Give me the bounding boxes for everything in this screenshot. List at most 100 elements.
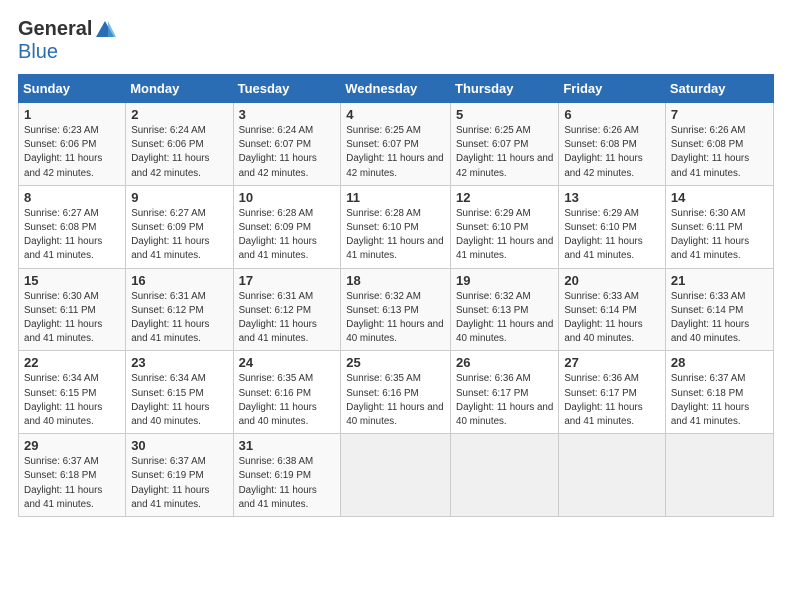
day-number: 1 xyxy=(24,107,120,122)
day-number: 19 xyxy=(456,273,553,288)
calendar-table: SundayMondayTuesdayWednesdayThursdayFrid… xyxy=(18,74,774,517)
day-number: 6 xyxy=(564,107,660,122)
calendar-cell: 7 Sunrise: 6:26 AMSunset: 6:08 PMDayligh… xyxy=(665,103,773,186)
day-number: 28 xyxy=(671,355,768,370)
page-header: General Blue xyxy=(18,18,774,64)
day-number: 9 xyxy=(131,190,227,205)
calendar-cell: 20 Sunrise: 6:33 AMSunset: 6:14 PMDaylig… xyxy=(559,268,666,351)
calendar-page: General Blue SundayMondayTuesdayWednesda… xyxy=(0,0,792,612)
day-number: 11 xyxy=(346,190,445,205)
calendar-cell: 21 Sunrise: 6:33 AMSunset: 6:14 PMDaylig… xyxy=(665,268,773,351)
day-info: Sunrise: 6:34 AMSunset: 6:15 PMDaylight:… xyxy=(24,373,102,427)
calendar-cell: 26 Sunrise: 6:36 AMSunset: 6:17 PMDaylig… xyxy=(451,351,559,434)
calendar-cell: 6 Sunrise: 6:26 AMSunset: 6:08 PMDayligh… xyxy=(559,103,666,186)
day-number: 15 xyxy=(24,273,120,288)
day-number: 18 xyxy=(346,273,445,288)
calendar-cell: 4 Sunrise: 6:25 AMSunset: 6:07 PMDayligh… xyxy=(341,103,451,186)
calendar-cell: 13 Sunrise: 6:29 AMSunset: 6:10 PMDaylig… xyxy=(559,185,666,268)
calendar-cell: 23 Sunrise: 6:34 AMSunset: 6:15 PMDaylig… xyxy=(126,351,233,434)
weekday-header-saturday: Saturday xyxy=(665,75,773,103)
day-info: Sunrise: 6:31 AMSunset: 6:12 PMDaylight:… xyxy=(131,291,209,345)
day-info: Sunrise: 6:28 AMSunset: 6:10 PMDaylight:… xyxy=(346,208,443,262)
day-number: 27 xyxy=(564,355,660,370)
day-info: Sunrise: 6:28 AMSunset: 6:09 PMDaylight:… xyxy=(239,208,317,262)
day-info: Sunrise: 6:37 AMSunset: 6:18 PMDaylight:… xyxy=(24,456,102,510)
calendar-cell: 17 Sunrise: 6:31 AMSunset: 6:12 PMDaylig… xyxy=(233,268,341,351)
day-info: Sunrise: 6:25 AMSunset: 6:07 PMDaylight:… xyxy=(456,125,553,179)
calendar-cell: 19 Sunrise: 6:32 AMSunset: 6:13 PMDaylig… xyxy=(451,268,559,351)
day-info: Sunrise: 6:31 AMSunset: 6:12 PMDaylight:… xyxy=(239,291,317,345)
day-number: 22 xyxy=(24,355,120,370)
day-info: Sunrise: 6:26 AMSunset: 6:08 PMDaylight:… xyxy=(671,125,749,179)
day-info: Sunrise: 6:38 AMSunset: 6:19 PMDaylight:… xyxy=(239,456,317,510)
day-info: Sunrise: 6:26 AMSunset: 6:08 PMDaylight:… xyxy=(564,125,642,179)
calendar-week-1: 1 Sunrise: 6:23 AMSunset: 6:06 PMDayligh… xyxy=(19,103,774,186)
calendar-cell: 22 Sunrise: 6:34 AMSunset: 6:15 PMDaylig… xyxy=(19,351,126,434)
day-info: Sunrise: 6:30 AMSunset: 6:11 PMDaylight:… xyxy=(24,291,102,345)
day-number: 31 xyxy=(239,438,336,453)
calendar-cell xyxy=(665,434,773,517)
calendar-week-5: 29 Sunrise: 6:37 AMSunset: 6:18 PMDaylig… xyxy=(19,434,774,517)
day-number: 5 xyxy=(456,107,553,122)
day-info: Sunrise: 6:24 AMSunset: 6:06 PMDaylight:… xyxy=(131,125,209,179)
weekday-header-row: SundayMondayTuesdayWednesdayThursdayFrid… xyxy=(19,75,774,103)
calendar-cell: 16 Sunrise: 6:31 AMSunset: 6:12 PMDaylig… xyxy=(126,268,233,351)
day-info: Sunrise: 6:27 AMSunset: 6:08 PMDaylight:… xyxy=(24,208,102,262)
day-number: 2 xyxy=(131,107,227,122)
calendar-cell: 12 Sunrise: 6:29 AMSunset: 6:10 PMDaylig… xyxy=(451,185,559,268)
day-info: Sunrise: 6:37 AMSunset: 6:19 PMDaylight:… xyxy=(131,456,209,510)
weekday-header-friday: Friday xyxy=(559,75,666,103)
day-info: Sunrise: 6:35 AMSunset: 6:16 PMDaylight:… xyxy=(239,373,317,427)
calendar-cell xyxy=(451,434,559,517)
calendar-cell xyxy=(341,434,451,517)
day-number: 4 xyxy=(346,107,445,122)
calendar-week-4: 22 Sunrise: 6:34 AMSunset: 6:15 PMDaylig… xyxy=(19,351,774,434)
day-info: Sunrise: 6:37 AMSunset: 6:18 PMDaylight:… xyxy=(671,373,749,427)
calendar-cell: 24 Sunrise: 6:35 AMSunset: 6:16 PMDaylig… xyxy=(233,351,341,434)
day-info: Sunrise: 6:24 AMSunset: 6:07 PMDaylight:… xyxy=(239,125,317,179)
day-number: 23 xyxy=(131,355,227,370)
day-number: 7 xyxy=(671,107,768,122)
day-info: Sunrise: 6:32 AMSunset: 6:13 PMDaylight:… xyxy=(456,291,553,345)
day-number: 21 xyxy=(671,273,768,288)
day-number: 8 xyxy=(24,190,120,205)
day-info: Sunrise: 6:25 AMSunset: 6:07 PMDaylight:… xyxy=(346,125,443,179)
calendar-cell: 3 Sunrise: 6:24 AMSunset: 6:07 PMDayligh… xyxy=(233,103,341,186)
day-number: 13 xyxy=(564,190,660,205)
logo: General Blue xyxy=(18,18,116,64)
day-number: 25 xyxy=(346,355,445,370)
logo-general: General xyxy=(18,18,92,41)
calendar-cell xyxy=(559,434,666,517)
logo-blue: Blue xyxy=(18,41,58,64)
day-number: 16 xyxy=(131,273,227,288)
day-number: 29 xyxy=(24,438,120,453)
day-info: Sunrise: 6:29 AMSunset: 6:10 PMDaylight:… xyxy=(564,208,642,262)
weekday-header-wednesday: Wednesday xyxy=(341,75,451,103)
day-info: Sunrise: 6:29 AMSunset: 6:10 PMDaylight:… xyxy=(456,208,553,262)
calendar-cell: 10 Sunrise: 6:28 AMSunset: 6:09 PMDaylig… xyxy=(233,185,341,268)
weekday-header-sunday: Sunday xyxy=(19,75,126,103)
calendar-cell: 15 Sunrise: 6:30 AMSunset: 6:11 PMDaylig… xyxy=(19,268,126,351)
calendar-cell: 2 Sunrise: 6:24 AMSunset: 6:06 PMDayligh… xyxy=(126,103,233,186)
day-number: 30 xyxy=(131,438,227,453)
calendar-week-3: 15 Sunrise: 6:30 AMSunset: 6:11 PMDaylig… xyxy=(19,268,774,351)
calendar-cell: 14 Sunrise: 6:30 AMSunset: 6:11 PMDaylig… xyxy=(665,185,773,268)
calendar-week-2: 8 Sunrise: 6:27 AMSunset: 6:08 PMDayligh… xyxy=(19,185,774,268)
calendar-cell: 29 Sunrise: 6:37 AMSunset: 6:18 PMDaylig… xyxy=(19,434,126,517)
calendar-cell: 1 Sunrise: 6:23 AMSunset: 6:06 PMDayligh… xyxy=(19,103,126,186)
day-info: Sunrise: 6:36 AMSunset: 6:17 PMDaylight:… xyxy=(456,373,553,427)
day-info: Sunrise: 6:27 AMSunset: 6:09 PMDaylight:… xyxy=(131,208,209,262)
day-info: Sunrise: 6:33 AMSunset: 6:14 PMDaylight:… xyxy=(564,291,642,345)
calendar-cell: 31 Sunrise: 6:38 AMSunset: 6:19 PMDaylig… xyxy=(233,434,341,517)
day-number: 12 xyxy=(456,190,553,205)
day-number: 10 xyxy=(239,190,336,205)
day-number: 14 xyxy=(671,190,768,205)
calendar-cell: 5 Sunrise: 6:25 AMSunset: 6:07 PMDayligh… xyxy=(451,103,559,186)
calendar-cell: 8 Sunrise: 6:27 AMSunset: 6:08 PMDayligh… xyxy=(19,185,126,268)
calendar-cell: 25 Sunrise: 6:35 AMSunset: 6:16 PMDaylig… xyxy=(341,351,451,434)
day-info: Sunrise: 6:30 AMSunset: 6:11 PMDaylight:… xyxy=(671,208,749,262)
calendar-cell: 28 Sunrise: 6:37 AMSunset: 6:18 PMDaylig… xyxy=(665,351,773,434)
day-number: 24 xyxy=(239,355,336,370)
calendar-cell: 27 Sunrise: 6:36 AMSunset: 6:17 PMDaylig… xyxy=(559,351,666,434)
day-info: Sunrise: 6:23 AMSunset: 6:06 PMDaylight:… xyxy=(24,125,102,179)
